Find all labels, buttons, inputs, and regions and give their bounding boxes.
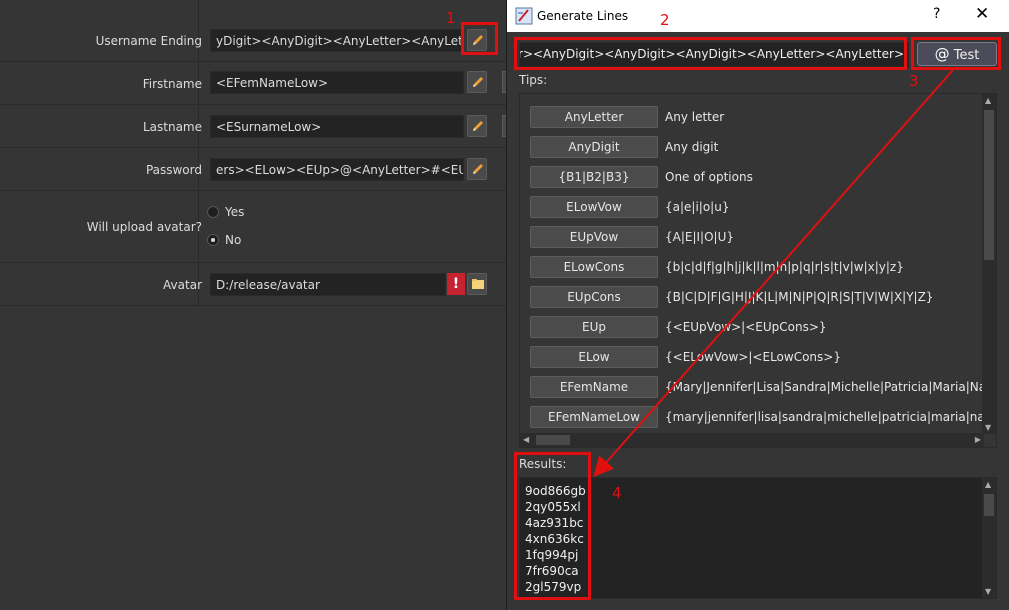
tip-description: {Mary|Jennifer|Lisa|Sandra|Michelle|Patr… — [665, 380, 987, 394]
tip-description: {<ELowVow>|<ELowCons>} — [665, 350, 841, 364]
tip-description: Any letter — [665, 110, 725, 124]
password-label: Password — [145, 163, 202, 177]
tips-horizontal-scrollbar[interactable]: ◀ ▶ — [520, 433, 984, 447]
highlight-box-3 — [911, 37, 1001, 70]
app-icon — [515, 7, 533, 25]
annotation-label-2: 2 — [660, 11, 670, 29]
tip-button[interactable]: EUpCons — [530, 286, 658, 308]
tips-label: Tips: — [519, 73, 548, 87]
scroll-right-icon[interactable]: ▶ — [975, 435, 981, 444]
highlight-box-2 — [514, 37, 907, 70]
avatar-path-input[interactable]: D:/release/avatar — [210, 273, 446, 296]
pencil-icon — [473, 164, 483, 174]
tip-button[interactable]: EFemName — [530, 376, 658, 398]
tip-button[interactable]: EUpVow — [530, 226, 658, 248]
firstname-edit-button[interactable] — [467, 71, 487, 93]
tip-description: One of options — [665, 170, 753, 184]
results-scroll-up-icon[interactable]: ▲ — [985, 480, 991, 489]
results-scroll-down-icon[interactable]: ▼ — [985, 587, 991, 596]
upload-avatar-label: Will upload avatar? — [86, 220, 202, 234]
tip-description: {<EUpVow>|<EUpCons>} — [665, 320, 827, 334]
tips-hscroll-thumb[interactable] — [536, 435, 570, 445]
tips-vertical-scrollbar[interactable]: ▲ ▼ — [982, 94, 996, 434]
firstname-input[interactable]: <EFemNameLow> — [210, 71, 464, 94]
avatar-label: Avatar — [163, 278, 202, 292]
results-vertical-scrollbar[interactable]: ▲ ▼ — [982, 478, 996, 598]
tips-panel: AnyLetter Any letter AnyDigit Any digit {B1|… — [519, 93, 997, 448]
highlight-box-4 — [514, 452, 591, 600]
row-password: Password ers><ELow><EUp>@<AnyLetter>#<EU… — [0, 148, 520, 191]
scroll-up-icon[interactable]: ▲ — [985, 96, 991, 105]
tip-button[interactable]: AnyLetter — [530, 106, 658, 128]
tip-description: Any digit — [665, 140, 719, 154]
tip-description: {mary|jennifer|lisa|sandra|michelle|patr… — [665, 410, 985, 424]
annotation-label-4: 4 — [612, 484, 622, 502]
row-firstname: Firstname <EFemNameLow> — [0, 62, 520, 105]
lastname-label: Lastname — [142, 120, 202, 134]
tip-button[interactable]: {B1|B2|B3} — [530, 166, 658, 188]
radio-no-label: No — [225, 233, 242, 247]
lastname-edit-button[interactable] — [467, 115, 487, 137]
row-username-ending: Username Ending yDigit><AnyDigit><AnyLet… — [0, 0, 520, 62]
close-button[interactable]: ✕ — [975, 4, 989, 24]
tip-button[interactable]: EUp — [530, 316, 658, 338]
tip-button[interactable]: EFemNameLow — [530, 406, 658, 428]
radio-no-dot[interactable] — [207, 234, 219, 246]
folder-icon — [472, 279, 484, 289]
row-upload-avatar: Will upload avatar? Yes No — [0, 191, 520, 263]
scroll-down-icon[interactable]: ▼ — [985, 423, 991, 432]
account-form: Username Ending yDigit><AnyDigit><AnyLet… — [0, 0, 520, 610]
pencil-icon — [473, 121, 483, 131]
highlight-box-1 — [461, 22, 498, 55]
tip-description: {B|C|D|F|G|H|J|K|L|M|N|P|Q|R|S|T|V|W|X|Y… — [665, 290, 934, 304]
lastname-input[interactable]: <ESurnameLow> — [210, 115, 464, 138]
tip-button[interactable]: ELowCons — [530, 256, 658, 278]
browse-button[interactable] — [467, 273, 487, 295]
tip-button[interactable]: ELow — [530, 346, 658, 368]
tip-description: {b|c|d|f|g|h|j|k|l|m|n|p|q|r|s|t|v|w|x|y… — [665, 260, 904, 274]
dialog-title: Generate Lines — [537, 9, 629, 23]
username-ending-input[interactable]: yDigit><AnyDigit><AnyLetter><AnyLetter> — [210, 29, 464, 52]
help-button[interactable]: ? — [933, 6, 940, 22]
annotation-label-1: 1 — [446, 9, 456, 27]
tip-button[interactable]: AnyDigit — [530, 136, 658, 158]
radio-yes-dot[interactable] — [207, 206, 219, 218]
dialog-titlebar: Generate Lines ? ✕ — [507, 0, 1009, 32]
password-input[interactable]: ers><ELow><EUp>@<AnyLetter>#<EUp> — [210, 158, 464, 181]
firstname-label: Firstname — [142, 77, 202, 91]
password-edit-button[interactable] — [467, 158, 487, 180]
pencil-icon — [473, 77, 483, 87]
row-lastname: Lastname <ESurnameLow> — [0, 105, 520, 148]
radio-yes-label: Yes — [225, 205, 245, 219]
radio-yes[interactable]: Yes — [207, 205, 244, 219]
scroll-left-icon[interactable]: ◀ — [523, 435, 529, 444]
results-vscroll-thumb[interactable] — [984, 494, 994, 516]
tip-description: {A|E|I|O|U} — [665, 230, 734, 244]
tips-vscroll-thumb[interactable] — [984, 110, 994, 260]
username-ending-label: Username Ending — [95, 34, 202, 48]
tip-button[interactable]: ELowVow — [530, 196, 658, 218]
warning-icon: ! — [447, 273, 465, 295]
radio-no[interactable]: No — [207, 233, 241, 247]
tip-description: {a|e|i|o|u} — [665, 200, 730, 214]
annotation-label-3: 3 — [909, 72, 919, 90]
